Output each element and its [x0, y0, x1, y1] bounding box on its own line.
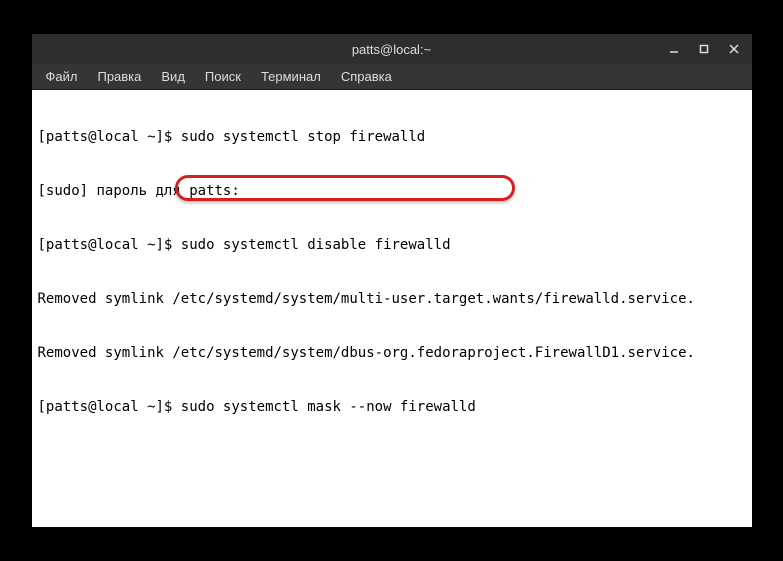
minimize-icon	[669, 44, 679, 54]
minimize-button[interactable]	[660, 38, 688, 60]
terminal-line: [patts@local ~]$ sudo systemctl stop fir…	[38, 128, 746, 146]
terminal-line: Removed symlink /etc/systemd/system/dbus…	[38, 344, 746, 362]
titlebar[interactable]: patts@local:~	[32, 34, 752, 64]
close-icon	[729, 44, 739, 54]
close-button[interactable]	[720, 38, 748, 60]
terminal-output[interactable]: [patts@local ~]$ sudo systemctl stop fir…	[32, 90, 752, 527]
terminal-line: Removed symlink /etc/systemd/system/mult…	[38, 290, 746, 308]
menubar: Файл Правка Вид Поиск Терминал Справка	[32, 64, 752, 90]
menu-help[interactable]: Справка	[331, 69, 402, 84]
menu-edit[interactable]: Правка	[87, 69, 151, 84]
terminal-line: [patts@local ~]$ sudo systemctl disable …	[38, 236, 746, 254]
menu-view[interactable]: Вид	[151, 69, 195, 84]
window-controls	[660, 38, 748, 60]
menu-terminal[interactable]: Терминал	[251, 69, 331, 84]
terminal-window: patts@local:~ Файл Правка Вид Поиск Терм…	[32, 34, 752, 527]
maximize-button[interactable]	[690, 38, 718, 60]
window-title: patts@local:~	[40, 42, 744, 57]
terminal-line: [sudo] пароль для patts:	[38, 182, 746, 200]
maximize-icon	[699, 44, 709, 54]
terminal-line: [patts@local ~]$ sudo systemctl mask --n…	[38, 398, 746, 416]
menu-search[interactable]: Поиск	[195, 69, 251, 84]
menu-file[interactable]: Файл	[36, 69, 88, 84]
